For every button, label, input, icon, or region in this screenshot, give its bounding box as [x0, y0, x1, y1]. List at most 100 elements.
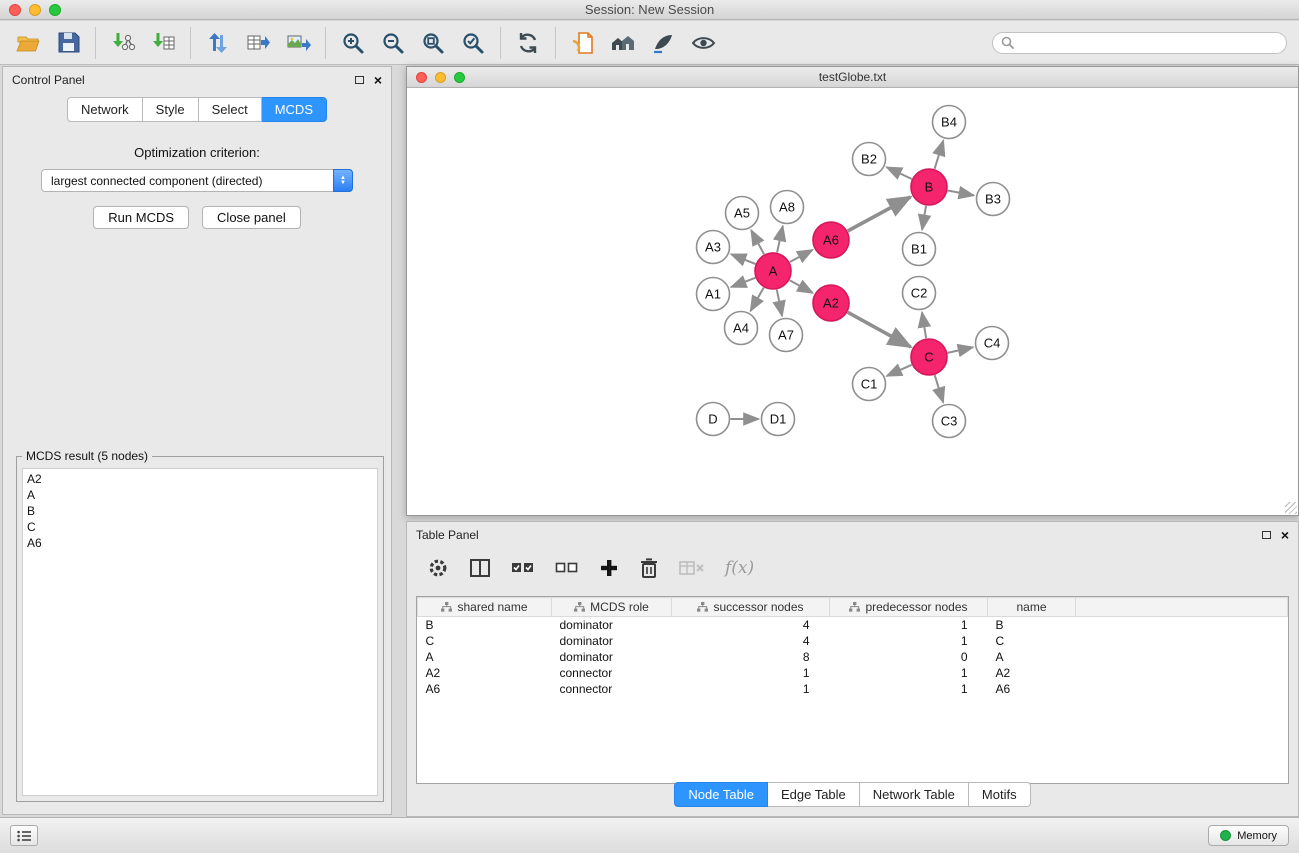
graph-edge-B-B2[interactable] [887, 167, 912, 179]
network-canvas[interactable]: B4B2BB3A5A8A6B1A3AC2A1A2A4A7C4CC1C3DD1 [407, 89, 1298, 515]
save-session-button[interactable] [48, 24, 88, 62]
zoom-in-button[interactable] [333, 24, 373, 62]
float-panel-icon[interactable] [355, 76, 364, 84]
add-row-plus-icon[interactable] [599, 558, 619, 578]
table-cell[interactable]: 1 [672, 681, 830, 697]
graph-node-C4[interactable]: C4 [976, 327, 1009, 360]
window-resize-grip[interactable] [1285, 502, 1297, 514]
mcds-result-item[interactable]: A6 [27, 535, 373, 551]
table-cell[interactable]: 1 [672, 665, 830, 681]
graph-edge-A-A1[interactable] [731, 278, 755, 287]
table-row[interactable]: A2connector11A2 [418, 665, 1288, 681]
memory-button[interactable]: Memory [1208, 825, 1289, 846]
column-header-name[interactable]: name [988, 598, 1076, 617]
table-cell[interactable]: A2 [988, 665, 1076, 681]
graph-edge-A-A7[interactable] [777, 290, 782, 316]
function-builder-icon[interactable]: f(x) [725, 558, 754, 578]
table-cell[interactable]: B [988, 617, 1076, 633]
table-cell[interactable]: dominator [552, 649, 672, 665]
tab-select[interactable]: Select [199, 97, 262, 122]
graphics-details-button[interactable] [643, 24, 683, 62]
table-cell[interactable]: A6 [418, 681, 552, 697]
minimize-network-window-button[interactable] [435, 72, 446, 83]
mcds-result-item[interactable]: B [27, 503, 373, 519]
table-cell[interactable]: 4 [672, 633, 830, 649]
export-image-button[interactable] [278, 24, 318, 62]
table-cell[interactable]: 1 [830, 665, 988, 681]
table-cell[interactable]: A2 [418, 665, 552, 681]
zoom-window-button[interactable] [49, 4, 61, 16]
graph-edge-B-B1[interactable] [922, 206, 926, 230]
import-network-button[interactable] [103, 24, 143, 62]
minimize-window-button[interactable] [29, 4, 41, 16]
open-session-button[interactable] [8, 24, 48, 62]
close-network-window-button[interactable] [416, 72, 427, 83]
graph-node-B[interactable]: B [911, 169, 947, 205]
criterion-dropdown[interactable]: largest connected component (directed) ▲… [41, 169, 353, 192]
tab-motifs[interactable]: Motifs [969, 782, 1031, 807]
graph-node-C[interactable]: C [911, 339, 947, 375]
import-table-button[interactable] [143, 24, 183, 62]
search-field[interactable] [992, 32, 1287, 54]
table-cell[interactable]: dominator [552, 617, 672, 633]
graph-edge-A6-B[interactable] [848, 197, 911, 231]
table-cell[interactable]: dominator [552, 633, 672, 649]
show-hide-button[interactable] [683, 24, 723, 62]
unselect-all-icon[interactable] [555, 559, 579, 577]
column-header-shared-name[interactable]: shared name [418, 598, 552, 617]
mcds-result-item[interactable]: A [27, 487, 373, 503]
graph-node-D1[interactable]: D1 [762, 403, 795, 436]
close-window-button[interactable] [9, 4, 21, 16]
graph-node-C3[interactable]: C3 [933, 405, 966, 438]
column-header-predecessor-nodes[interactable]: predecessor nodes [830, 598, 988, 617]
graph-node-C1[interactable]: C1 [853, 368, 886, 401]
table-cell[interactable]: A [418, 649, 552, 665]
mcds-result-list[interactable]: A2ABCA6 [22, 468, 378, 796]
graph-edge-A-A4[interactable] [751, 288, 764, 311]
table-row[interactable]: Cdominator41C [418, 633, 1288, 649]
graph-edge-B-B4[interactable] [935, 141, 944, 169]
graph-node-B1[interactable]: B1 [903, 233, 936, 266]
graph-node-A6[interactable]: A6 [813, 222, 849, 258]
tab-mcds[interactable]: MCDS [262, 97, 327, 122]
table-cell[interactable]: connector [552, 681, 672, 697]
export-table-button[interactable] [238, 24, 278, 62]
graph-edge-A2-C[interactable] [848, 312, 911, 347]
column-header-successor-nodes[interactable]: successor nodes [672, 598, 830, 617]
graph-node-B4[interactable]: B4 [933, 106, 966, 139]
graph-node-C2[interactable]: C2 [903, 277, 936, 310]
graph-edge-A-A6[interactable] [790, 250, 813, 262]
zoom-selected-button[interactable] [453, 24, 493, 62]
graph-node-A5[interactable]: A5 [726, 197, 759, 230]
close-panel-button[interactable]: Close panel [202, 206, 301, 229]
tab-node-table[interactable]: Node Table [674, 782, 768, 807]
tab-style[interactable]: Style [143, 97, 199, 122]
graph-edge-A-A3[interactable] [731, 254, 755, 264]
table-cell[interactable]: A [988, 649, 1076, 665]
table-cell[interactable]: connector [552, 665, 672, 681]
tab-network[interactable]: Network [67, 97, 143, 122]
table-cell[interactable]: 1 [830, 633, 988, 649]
graph-edge-A-A2[interactable] [790, 280, 813, 293]
delete-table-icon[interactable] [679, 559, 705, 577]
table-cell[interactable]: C [988, 633, 1076, 649]
export-network-button[interactable] [198, 24, 238, 62]
search-input[interactable] [1019, 36, 1278, 50]
graph-node-B3[interactable]: B3 [977, 183, 1010, 216]
table-cell[interactable]: 4 [672, 617, 830, 633]
network-graph[interactable]: B4B2BB3A5A8A6B1A3AC2A1A2A4A7C4CC1C3DD1 [407, 89, 1298, 515]
graph-node-A4[interactable]: A4 [725, 312, 758, 345]
zoom-out-button[interactable] [373, 24, 413, 62]
graph-node-A2[interactable]: A2 [813, 285, 849, 321]
table-cell[interactable]: B [418, 617, 552, 633]
status-menu-button[interactable] [10, 825, 38, 846]
table-settings-gear-icon[interactable] [427, 557, 449, 579]
home-views-button[interactable] [603, 24, 643, 62]
show-columns-icon[interactable] [469, 557, 491, 579]
graph-node-A3[interactable]: A3 [697, 231, 730, 264]
table-cell[interactable]: C [418, 633, 552, 649]
table-row[interactable]: A6connector11A6 [418, 681, 1288, 697]
close-panel-icon[interactable]: × [374, 75, 382, 85]
column-header-mcds-role[interactable]: MCDS role [552, 598, 672, 617]
open-recent-button[interactable] [563, 24, 603, 62]
